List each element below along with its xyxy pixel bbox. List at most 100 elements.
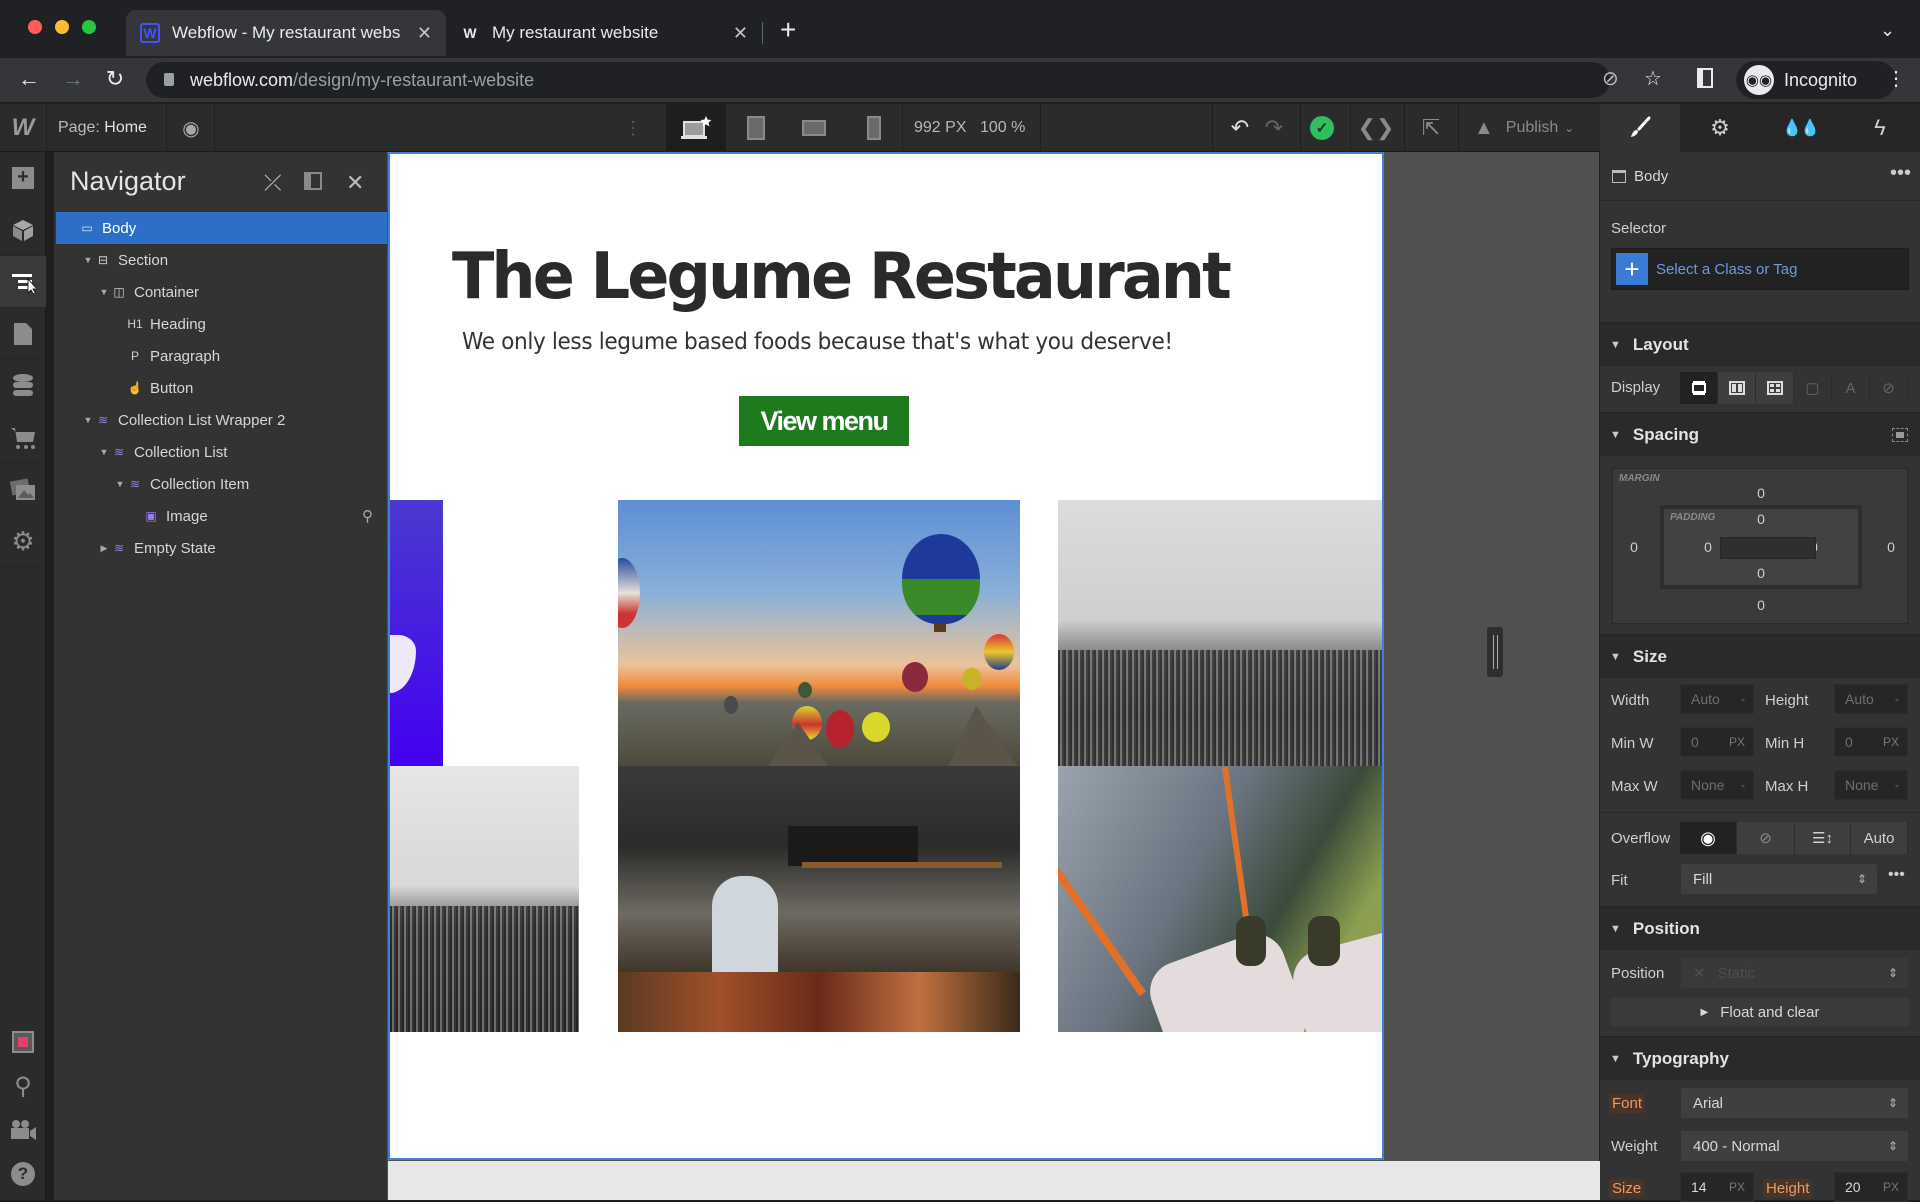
- window-zoom-button[interactable]: [82, 20, 96, 34]
- tab-style-brush-icon[interactable]: [1600, 104, 1680, 152]
- margin-bottom-value[interactable]: 0: [1751, 597, 1771, 613]
- layout-section-header[interactable]: ▼ Layout: [1600, 322, 1920, 366]
- navigator-item-paragraph[interactable]: P Paragraph: [56, 340, 387, 372]
- padding-left-value[interactable]: 0: [1698, 539, 1718, 555]
- navigator-item-collection-list[interactable]: ▼ ≋ Collection List: [56, 436, 387, 468]
- tab-interactions-lightning-icon[interactable]: ϟ: [1840, 104, 1920, 152]
- expand-caret-icon[interactable]: ▶: [98, 543, 110, 554]
- canvas-resize-handle[interactable]: [1487, 627, 1503, 677]
- line-height-input[interactable]: 20 PX: [1834, 1172, 1908, 1202]
- fit-select[interactable]: Fill ⇕: [1681, 864, 1877, 894]
- spacing-section-header[interactable]: ▼ Spacing: [1600, 412, 1920, 456]
- min-width-input[interactable]: 0 PX: [1680, 727, 1754, 757]
- navigator-item-container[interactable]: ▼ ◫ Container: [56, 276, 387, 308]
- overflow-hidden-icon[interactable]: ⊘: [1737, 822, 1795, 854]
- view-menu-button[interactable]: View menu: [739, 396, 909, 446]
- overflow-visible-eye-icon[interactable]: ◉: [1680, 822, 1737, 854]
- window-close-button[interactable]: [28, 20, 42, 34]
- margin-right-value[interactable]: 0: [1881, 539, 1901, 555]
- collection-image-purple-graphic[interactable]: [390, 500, 443, 766]
- navigator-item-button[interactable]: ☝ Button: [56, 372, 387, 404]
- breakpoint-mobile-landscape-icon[interactable]: [786, 104, 842, 152]
- incognito-profile-button[interactable]: ◉◉ Incognito: [1736, 61, 1896, 99]
- collapse-all-icon[interactable]: ⤫: [264, 170, 282, 196]
- navigator-item-section[interactable]: ▼ ⊟ Section: [56, 244, 387, 276]
- float-and-clear-toggle[interactable]: ▶ Float and clear: [1611, 998, 1909, 1026]
- share-icon[interactable]: ⇱: [1416, 104, 1446, 152]
- breakpoint-desktop-base-icon[interactable]: [666, 104, 726, 152]
- navigator-icon[interactable]: [0, 256, 46, 308]
- height-input[interactable]: Auto -: [1834, 684, 1908, 714]
- display-none-button[interactable]: ⊘: [1870, 372, 1908, 404]
- assets-images-icon[interactable]: [0, 464, 46, 516]
- expand-caret-icon[interactable]: ▼: [98, 447, 110, 457]
- pages-icon[interactable]: [0, 308, 46, 360]
- project-settings-gear-icon[interactable]: ⚙: [0, 516, 46, 568]
- add-elements-plus-icon[interactable]: +: [0, 152, 46, 204]
- side-panel-icon[interactable]: [1697, 68, 1713, 88]
- breakpoint-mobile-portrait-icon[interactable]: [846, 104, 902, 152]
- more-options-icon[interactable]: •••: [1890, 162, 1911, 185]
- spacing-preset-icon[interactable]: [1892, 427, 1908, 442]
- collection-image-hot-air-balloons[interactable]: [618, 500, 1020, 766]
- address-bar[interactable]: webflow.com/design/my-restaurant-website: [146, 62, 1610, 98]
- display-inline-block-button[interactable]: ▢: [1794, 372, 1832, 404]
- browser-tab-webflow-designer[interactable]: W Webflow - My restaurant webs ✕: [126, 10, 446, 56]
- breakpoint-tablet-icon[interactable]: [728, 104, 784, 152]
- eye-slash-icon[interactable]: ⊘: [1602, 66, 1619, 91]
- new-tab-button[interactable]: +: [780, 14, 796, 46]
- close-tab-icon[interactable]: ✕: [417, 23, 432, 44]
- back-arrow-icon[interactable]: ←: [14, 66, 44, 92]
- position-section-header[interactable]: ▼ Position: [1600, 906, 1920, 950]
- expand-caret-icon[interactable]: ▼: [114, 479, 126, 489]
- breakpoint-handle-icon[interactable]: ⋮: [624, 104, 642, 152]
- navigator-item-collection-item[interactable]: ▼ ≋ Collection Item: [56, 468, 387, 500]
- position-select[interactable]: ✕ Static ⇕: [1681, 958, 1908, 988]
- overflow-scroll-icon[interactable]: ☰↕: [1795, 822, 1851, 854]
- forward-arrow-icon[interactable]: →: [58, 66, 88, 92]
- max-width-input[interactable]: None -: [1680, 770, 1754, 800]
- help-icon[interactable]: ?: [0, 1148, 46, 1200]
- collection-image-city-feet[interactable]: [1058, 766, 1382, 1032]
- redo-icon[interactable]: ↷: [1262, 104, 1286, 152]
- display-flex-button[interactable]: [1718, 372, 1756, 404]
- page-body[interactable]: The Legume Restaurant We only less legum…: [388, 152, 1384, 1160]
- display-grid-button[interactable]: [1756, 372, 1794, 404]
- code-export-icon[interactable]: ❮❯: [1358, 104, 1395, 152]
- collection-image-birds-grass[interactable]: [1058, 500, 1382, 766]
- weight-select[interactable]: 400 - Normal ⇕: [1681, 1131, 1908, 1161]
- width-input[interactable]: Auto -: [1680, 684, 1754, 714]
- margin-top-value[interactable]: 0: [1751, 485, 1771, 501]
- close-panel-icon[interactable]: ✕: [346, 170, 364, 196]
- publish-button[interactable]: ▲ Publish ⌄: [1474, 104, 1574, 152]
- collection-image-birds-grass-2[interactable]: [390, 766, 579, 1032]
- expand-caret-icon[interactable]: ▼: [98, 287, 110, 297]
- dock-panel-icon[interactable]: [304, 172, 322, 190]
- padding-top-value[interactable]: 0: [1751, 511, 1771, 527]
- navigator-item-empty-state[interactable]: ▶ ≋ Empty State: [56, 532, 387, 564]
- webflow-logo-icon[interactable]: W: [0, 104, 46, 152]
- font-select[interactable]: Arial ⇕: [1681, 1088, 1908, 1118]
- close-tab-icon[interactable]: ✕: [733, 23, 748, 44]
- symbols-cube-icon[interactable]: [0, 204, 46, 256]
- size-section-header[interactable]: ▼ Size: [1600, 634, 1920, 678]
- display-block-button[interactable]: [1680, 372, 1718, 404]
- tab-style-manager-drops-icon[interactable]: 💧💧: [1760, 104, 1840, 152]
- reload-icon[interactable]: ↻: [100, 66, 130, 92]
- expand-caret-icon[interactable]: ▼: [82, 415, 94, 425]
- browser-menu-icon[interactable]: ⋮: [1886, 66, 1906, 91]
- preview-eye-icon[interactable]: ◉: [170, 104, 212, 152]
- add-class-plus-icon[interactable]: +: [1616, 253, 1648, 285]
- navigator-item-image[interactable]: ▣ Image ⚲: [56, 500, 387, 532]
- bookmark-star-icon[interactable]: ☆: [1644, 66, 1662, 91]
- font-size-input[interactable]: 14 PX: [1680, 1172, 1754, 1202]
- max-height-input[interactable]: None -: [1834, 770, 1908, 800]
- navigator-item-body[interactable]: ▭ Body: [56, 212, 387, 244]
- undo-icon[interactable]: ↶: [1228, 104, 1252, 152]
- expand-caret-icon[interactable]: ▼: [82, 255, 94, 265]
- tab-search-chevron-down-icon[interactable]: ⌄: [1880, 20, 1895, 41]
- margin-left-value[interactable]: 0: [1624, 539, 1644, 555]
- display-inline-button[interactable]: A: [1832, 372, 1870, 404]
- hero-heading[interactable]: The Legume Restaurant: [452, 240, 1232, 314]
- navigator-item-collection-list-wrapper-2[interactable]: ▼ ≋ Collection List Wrapper 2: [56, 404, 387, 436]
